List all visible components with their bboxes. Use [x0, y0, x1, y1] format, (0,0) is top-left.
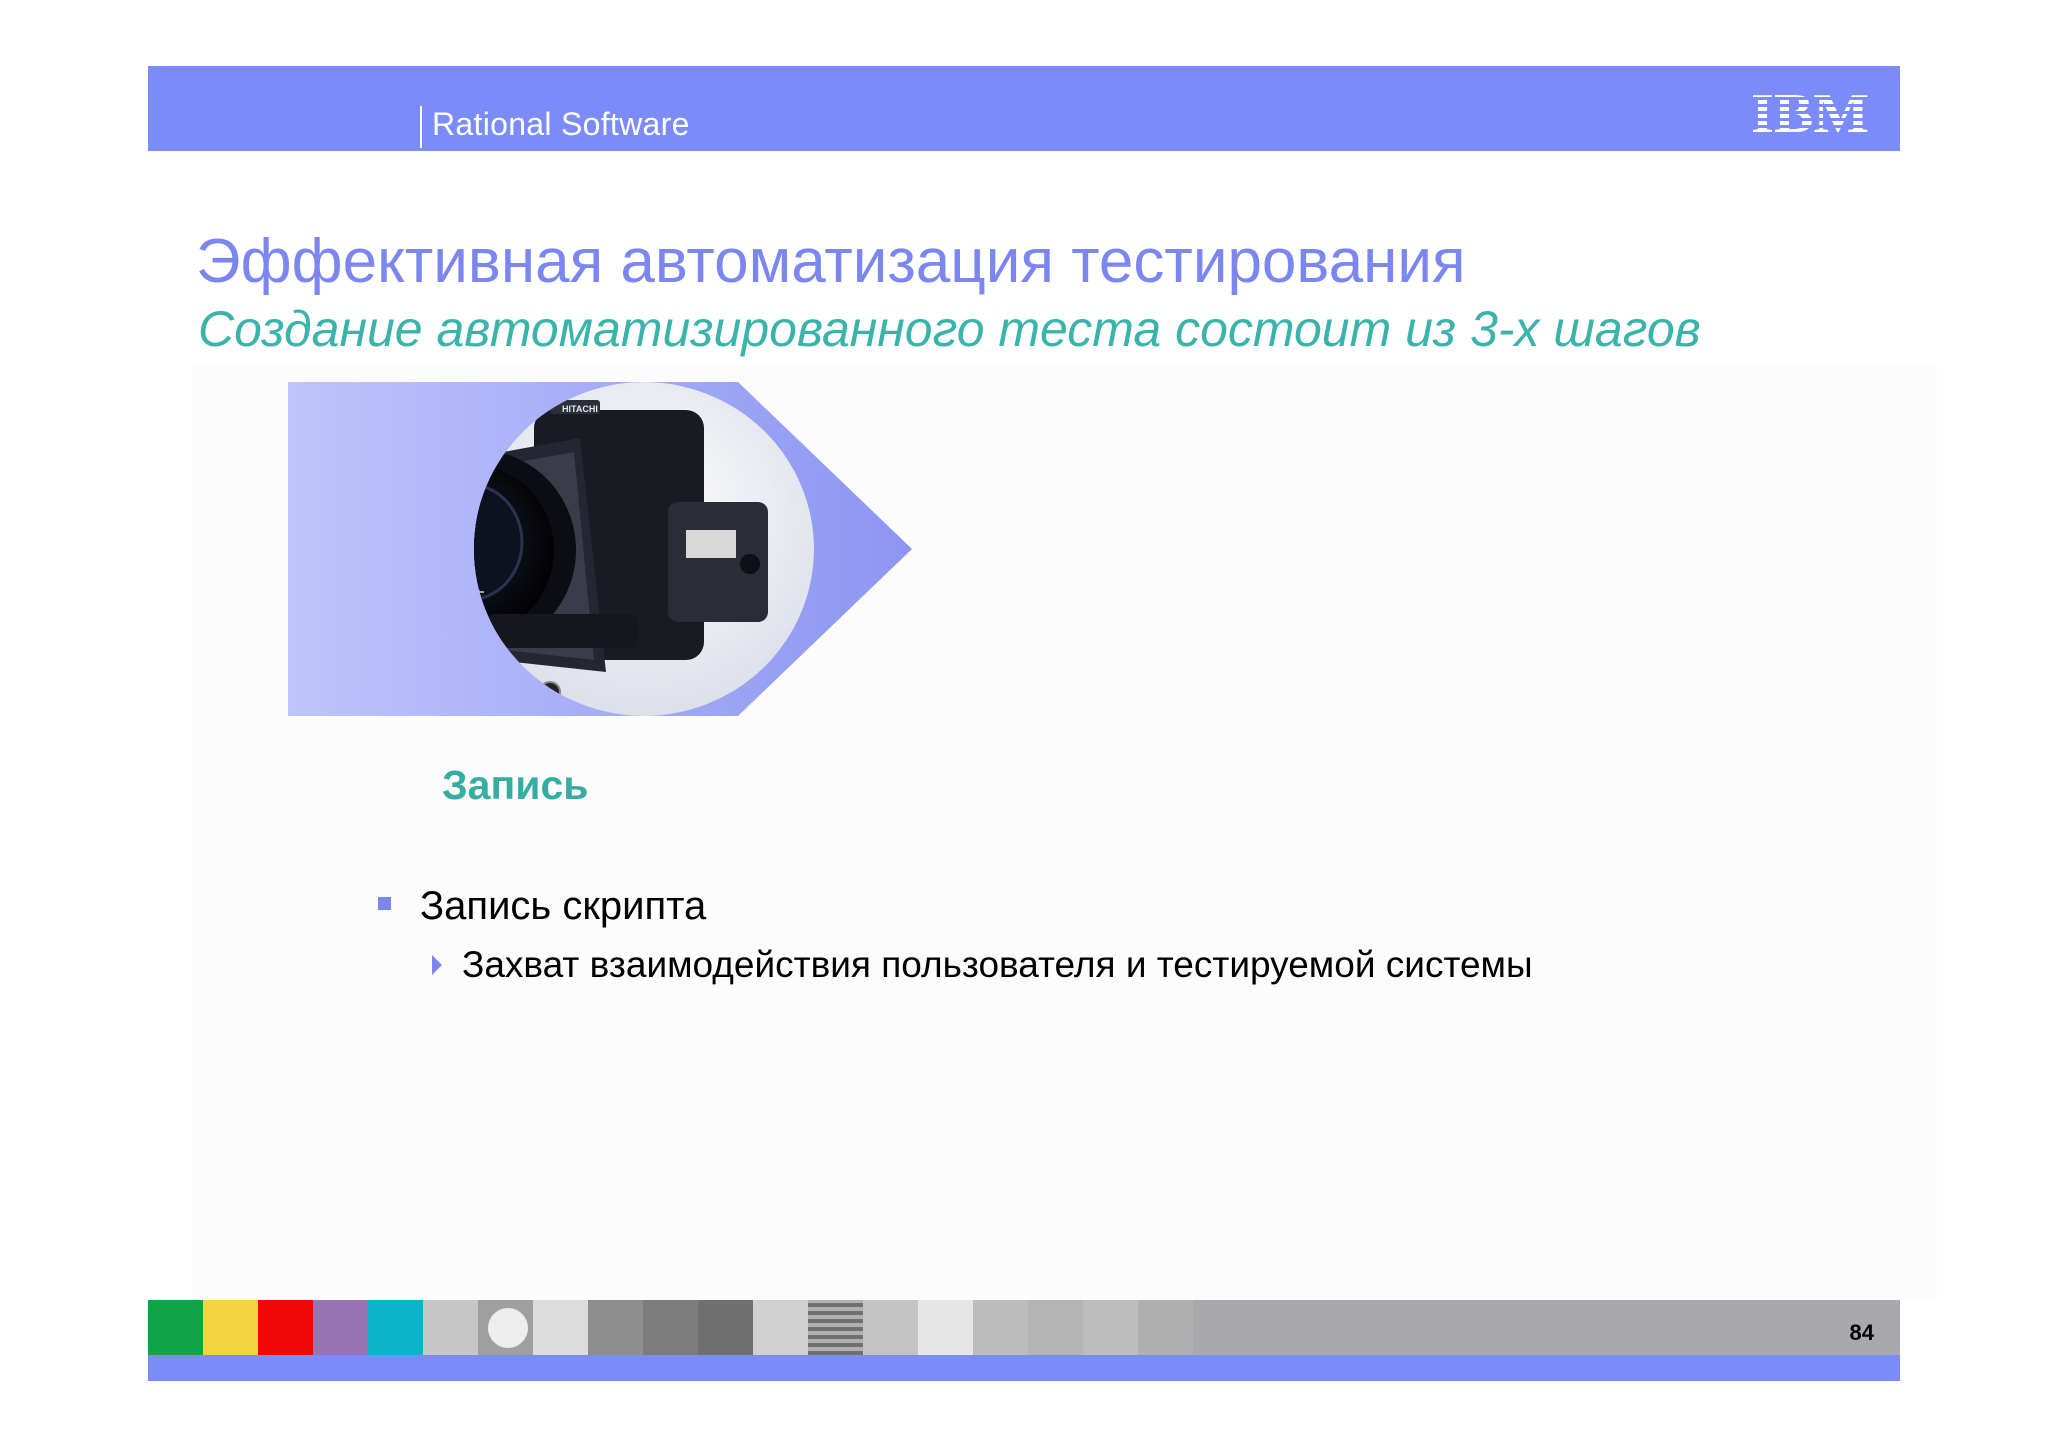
photo-swatch: [533, 1300, 588, 1355]
bullet-text: Запись скрипта: [420, 884, 707, 928]
photo-swatch: [423, 1300, 478, 1355]
step-label: Запись: [442, 762, 589, 808]
product-name: Rational Software: [432, 106, 690, 142]
photo-swatch: [643, 1300, 698, 1355]
triangle-bullet-icon: [432, 955, 442, 975]
sub-bullet-item: Захват взаимодействия пользователя и тес…: [432, 944, 1533, 986]
page-number: 84: [1849, 1320, 1874, 1345]
slide-subtitle: Создание автоматизированного теста состо…: [198, 301, 1701, 357]
photo-swatch: [1028, 1300, 1083, 1355]
photo-swatch: [698, 1300, 753, 1355]
color-swatch: [203, 1300, 258, 1355]
footer-strip: 84: [148, 1300, 1900, 1355]
bullet-item: Запись скрипта: [378, 884, 706, 929]
slide-title: Эффективная автоматизация тестирования: [196, 227, 1466, 296]
sub-bullet-text: Захват взаимодействия пользователя и тес…: [462, 944, 1533, 985]
photo-swatch: [808, 1300, 863, 1355]
step-banner: HITACHI: [288, 382, 912, 716]
color-swatch: [148, 1300, 203, 1355]
photo-swatch: [753, 1300, 808, 1355]
photo-swatch: [1138, 1300, 1193, 1355]
photo-swatch: [1083, 1300, 1138, 1355]
photo-swatch: [863, 1300, 918, 1355]
color-swatch: [258, 1300, 313, 1355]
color-swatch: [313, 1300, 368, 1355]
svg-text:HITACHI: HITACHI: [562, 404, 598, 414]
color-swatch: [368, 1300, 423, 1355]
ibm-logo: IBM: [1751, 86, 1869, 136]
photo-swatch: [973, 1300, 1028, 1355]
photo-swatch: [918, 1300, 973, 1355]
photo-swatch: [588, 1300, 643, 1355]
footer-bar: [148, 1355, 1900, 1381]
photo-swatch: [478, 1300, 533, 1355]
header-bar: Rational Software IBM: [148, 66, 1900, 151]
header-divider: [420, 106, 422, 148]
square-bullet-icon: [378, 897, 391, 910]
svg-text:IBM: IBM: [1751, 86, 1869, 136]
